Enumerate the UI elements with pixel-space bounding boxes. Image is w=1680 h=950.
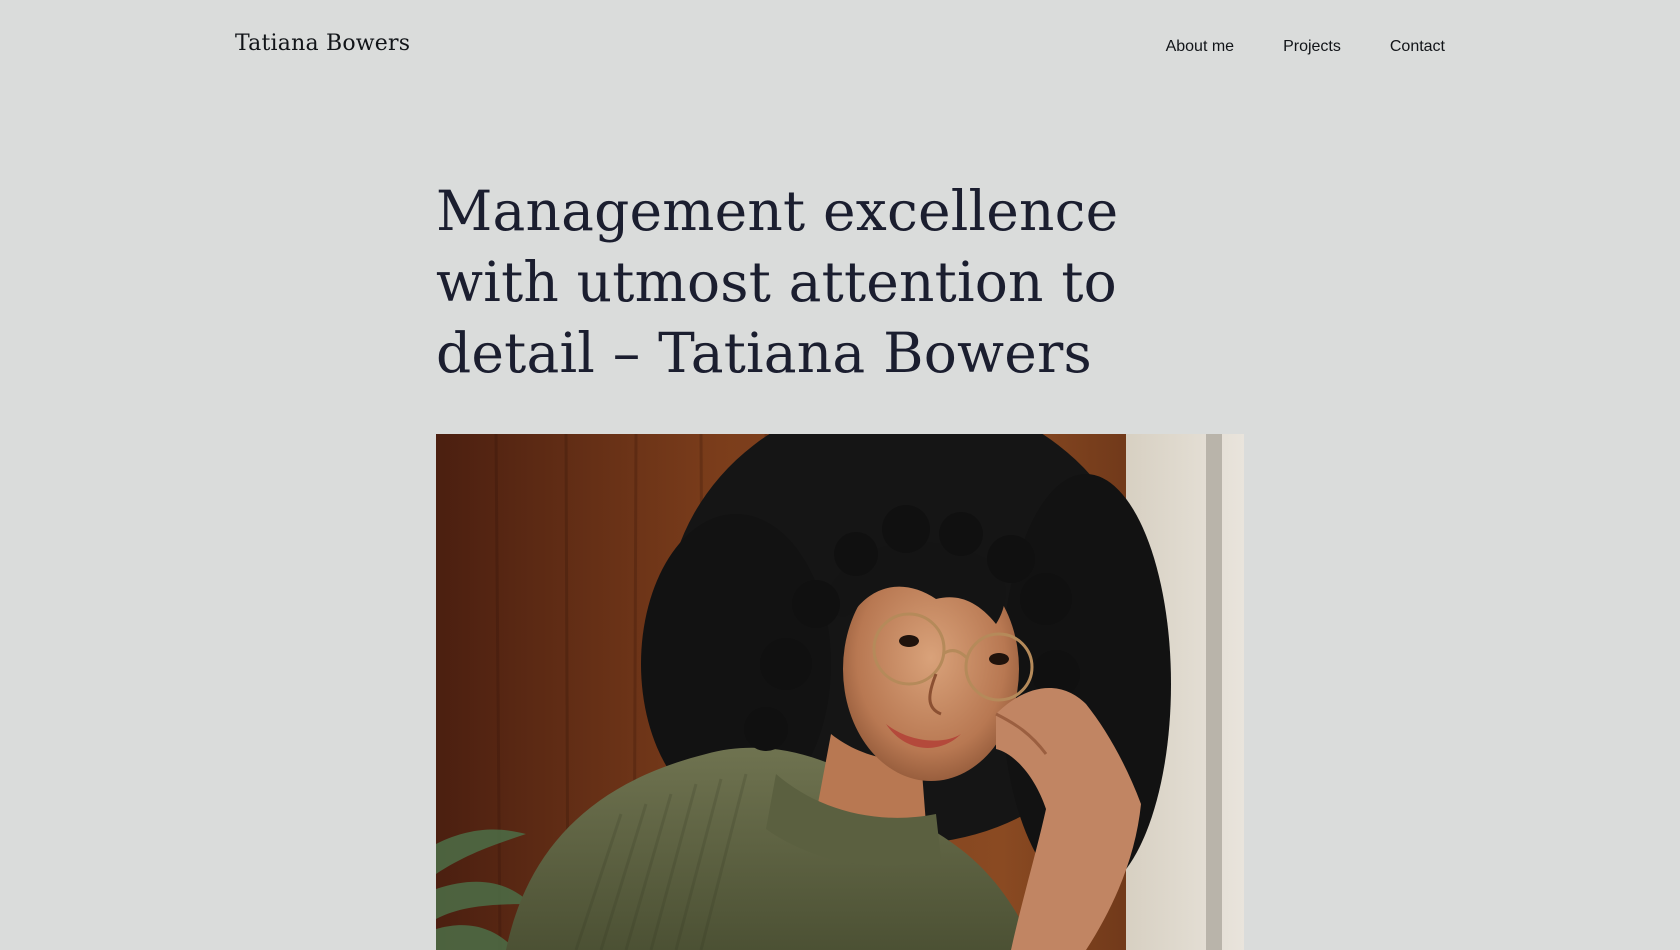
site-title-link[interactable]: Tatiana Bowers [235,31,410,56]
site-header: Tatiana Bowers About me Projects Contact [0,0,1680,96]
portrait-image [436,434,1244,950]
hero-section: Management excellence with utmost attent… [436,176,1244,389]
nav-projects[interactable]: Projects [1283,38,1341,56]
hero-title: Management excellence with utmost attent… [436,179,1119,385]
main-navigation: About me Projects Contact [1166,38,1445,56]
nav-contact[interactable]: Contact [1390,38,1445,56]
nav-about-me[interactable]: About me [1166,38,1234,56]
